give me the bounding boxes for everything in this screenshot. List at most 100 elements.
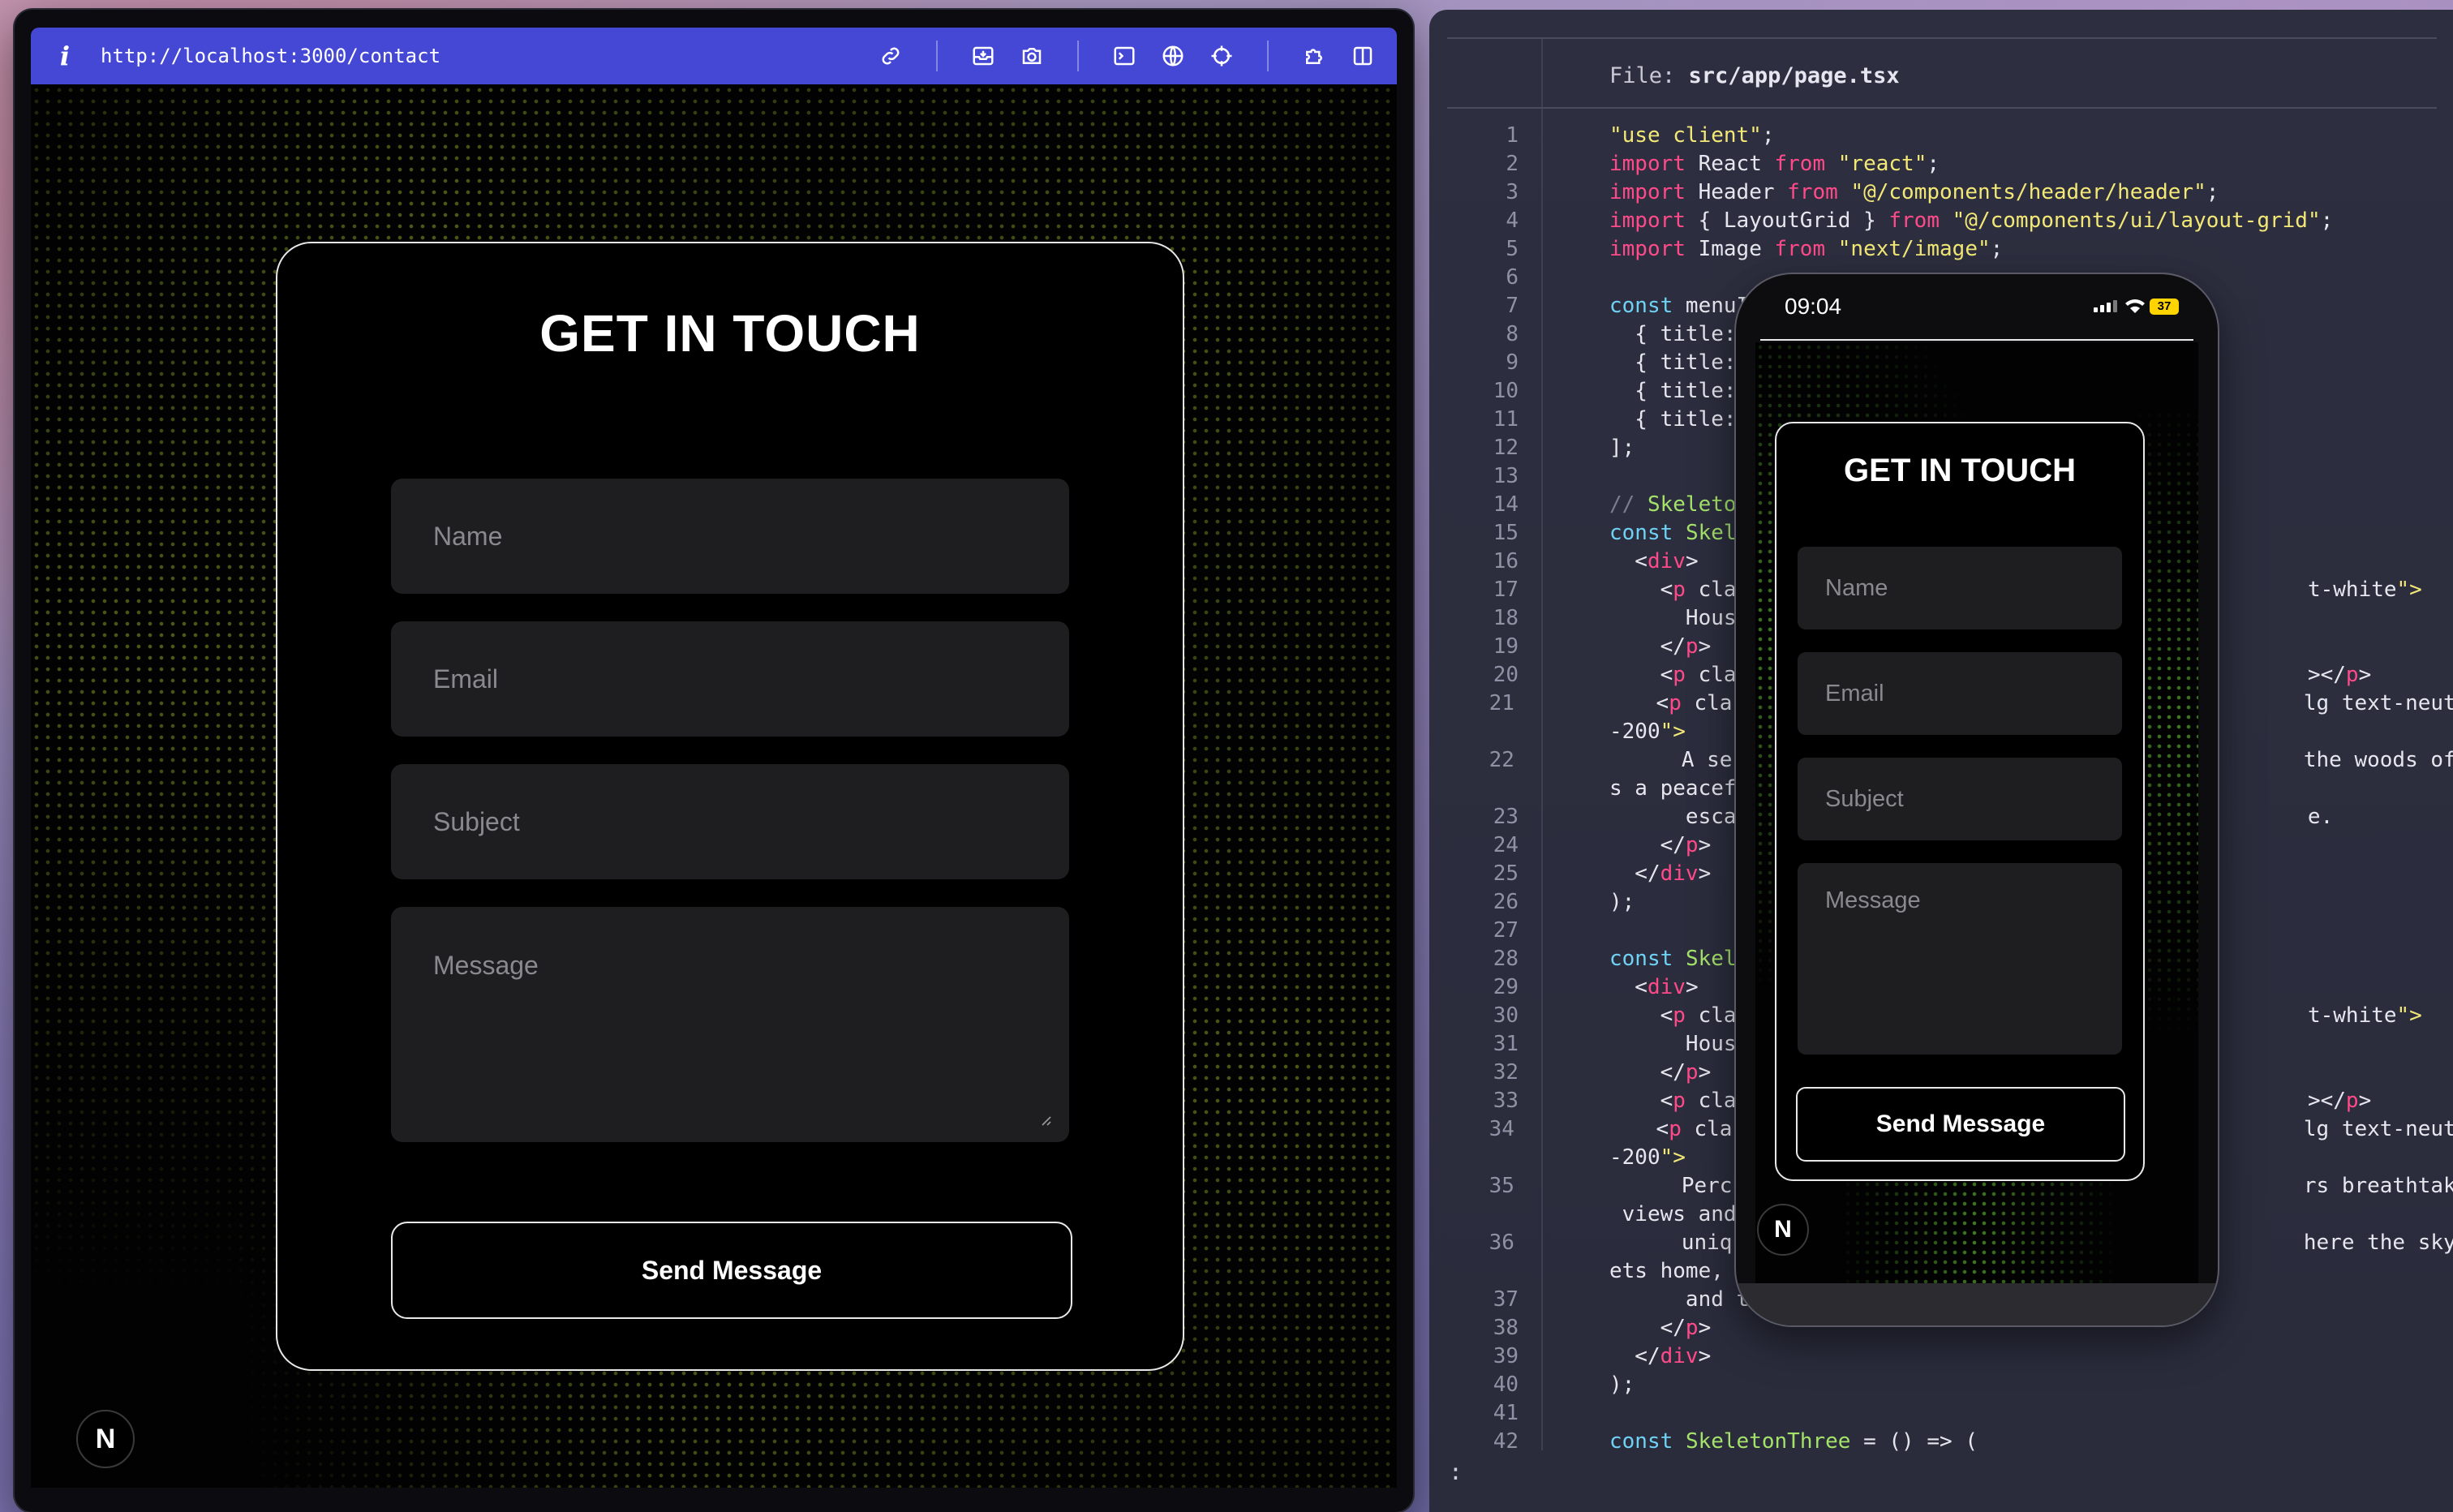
page-viewport: GET IN TOUCH Name Email Subject Message … [31, 84, 1397, 1488]
code-line[interactable]: 39 </div> [1429, 1342, 2453, 1371]
line-code: ets home, [1609, 1259, 1724, 1283]
line-number: 33 [1493, 1089, 1519, 1113]
url-text[interactable]: http://localhost:3000/contact [101, 45, 876, 67]
file-header: File: src/app/page.tsx [1609, 63, 1900, 88]
line-number [1429, 775, 1519, 803]
line-code: import Header from "@/components/header/… [1609, 180, 2219, 204]
line-number: 34 [1489, 1117, 1514, 1141]
line-number: 10 [1493, 379, 1519, 403]
subject-placeholder: Subject [433, 806, 520, 836]
line-code: "use client"; [1609, 123, 1775, 148]
link-icon[interactable] [876, 41, 905, 71]
phone-subject-placeholder: Subject [1825, 785, 1904, 812]
line-number: 8 [1506, 322, 1519, 346]
name-input[interactable]: Name [391, 479, 1069, 594]
email-input[interactable]: Email [391, 621, 1069, 737]
mobile-preview: 09:04 37 GET IN TOUCH Name Email Subject… [1734, 273, 2219, 1327]
line-code: -200"> [1609, 719, 1686, 744]
phone-message-placeholder: Message [1825, 887, 1921, 913]
line-number: 3 [1506, 180, 1519, 204]
line-number [1429, 1201, 1519, 1229]
line-number: 23 [1493, 805, 1519, 829]
info-icon[interactable]: i [50, 41, 79, 71]
line-code: <div> [1609, 549, 1699, 573]
crosshair-icon[interactable] [1207, 41, 1236, 71]
phone-message-textarea[interactable]: Message [1798, 863, 2122, 1055]
battery-icon: 37 [2150, 299, 2179, 315]
camera-icon[interactable] [1017, 41, 1046, 71]
line-number: 41 [1493, 1401, 1519, 1425]
line-code: -200"> [1609, 1145, 1686, 1170]
line-code: const SkeletonThree = () => ( [1609, 1429, 1978, 1454]
phone-bottom-bar [1736, 1283, 2218, 1325]
line-number: 35 [1489, 1174, 1514, 1198]
line-number: 4 [1506, 208, 1519, 233]
code-line[interactable]: 40); [1429, 1371, 2453, 1399]
line-number: 7 [1506, 294, 1519, 318]
command-prompt[interactable]: : [1449, 1458, 1463, 1485]
globe-icon[interactable] [1158, 41, 1188, 71]
line-code: import { LayoutGrid } from "@/components… [1609, 208, 2334, 233]
phone-email-input[interactable]: Email [1798, 652, 2122, 735]
line-number: 21 [1489, 691, 1514, 715]
line-code: import React from "react"; [1609, 152, 1940, 176]
code-line[interactable]: 2 import React from "react"; [1429, 150, 2453, 178]
toolbar-divider [936, 41, 938, 71]
line-code: </div> [1609, 1344, 1712, 1368]
phone-name-placeholder: Name [1825, 574, 1888, 601]
nextjs-logo-icon[interactable]: N [76, 1410, 135, 1468]
line-code: </p> [1609, 634, 1712, 659]
subject-input[interactable]: Subject [391, 764, 1069, 879]
line-code: </div> [1609, 861, 1712, 886]
file-label: File: [1609, 63, 1676, 88]
split-view-icon[interactable] [1348, 41, 1377, 71]
phone-subject-input[interactable]: Subject [1798, 758, 2122, 840]
inbox-icon[interactable] [969, 41, 998, 71]
line-number [1429, 1144, 1519, 1172]
phone-time: 09:04 [1785, 294, 1842, 319]
phone-email-placeholder: Email [1825, 680, 1884, 707]
line-number: 19 [1493, 634, 1519, 659]
line-code: ); [1609, 1372, 1635, 1397]
email-placeholder: Email [433, 664, 499, 694]
phone-nextjs-logo-icon[interactable]: N [1757, 1204, 1809, 1256]
line-code: </p> [1609, 1060, 1712, 1085]
file-path: src/app/page.tsx [1688, 63, 1900, 88]
line-number: 11 [1493, 407, 1519, 432]
send-message-button[interactable]: Send Message [391, 1222, 1072, 1319]
code-line[interactable]: 3 import Header from "@/components/header… [1429, 178, 2453, 207]
line-number: 2 [1506, 152, 1519, 176]
line-code: s a peaceful [1609, 776, 1762, 801]
line-number: 37 [1493, 1287, 1519, 1312]
toolbar-divider [1077, 41, 1079, 71]
line-code: ); [1609, 890, 1635, 914]
code-line[interactable]: 41 [1429, 1399, 2453, 1428]
line-number: 39 [1493, 1344, 1519, 1368]
line-number: 27 [1493, 918, 1519, 943]
line-number: 25 [1493, 861, 1519, 886]
line-number: 28 [1493, 947, 1519, 971]
code-line[interactable]: 5 import Image from "next/image"; [1429, 235, 2453, 264]
code-line[interactable]: 42 const SkeletonThree = () => ( [1429, 1428, 2453, 1456]
line-code: ]; [1609, 436, 1635, 460]
contact-card: GET IN TOUCH Name Email Subject Message … [276, 242, 1184, 1371]
phone-send-message-button[interactable]: Send Message [1796, 1087, 2125, 1162]
line-number: 14 [1493, 492, 1519, 517]
resize-handle-icon[interactable] [1038, 1113, 1051, 1126]
line-number: 16 [1493, 549, 1519, 573]
line-number: 15 [1493, 521, 1519, 545]
message-textarea[interactable]: Message [391, 907, 1069, 1142]
line-number: 17 [1493, 578, 1519, 602]
line-number: 42 [1493, 1429, 1519, 1454]
address-bar: i http://localhost:3000/contact [31, 28, 1397, 84]
puzzle-icon[interactable] [1300, 41, 1329, 71]
name-placeholder: Name [433, 521, 503, 551]
phone-contact-heading: GET IN TOUCH [1844, 453, 2076, 488]
terminal-icon[interactable] [1110, 41, 1139, 71]
line-number [1429, 718, 1519, 746]
phone-name-input[interactable]: Name [1798, 547, 2122, 629]
line-number: 6 [1506, 265, 1519, 290]
code-line[interactable]: 4 import { LayoutGrid } from "@/component… [1429, 207, 2453, 235]
code-line[interactable]: 1 "use client"; [1429, 122, 2453, 150]
